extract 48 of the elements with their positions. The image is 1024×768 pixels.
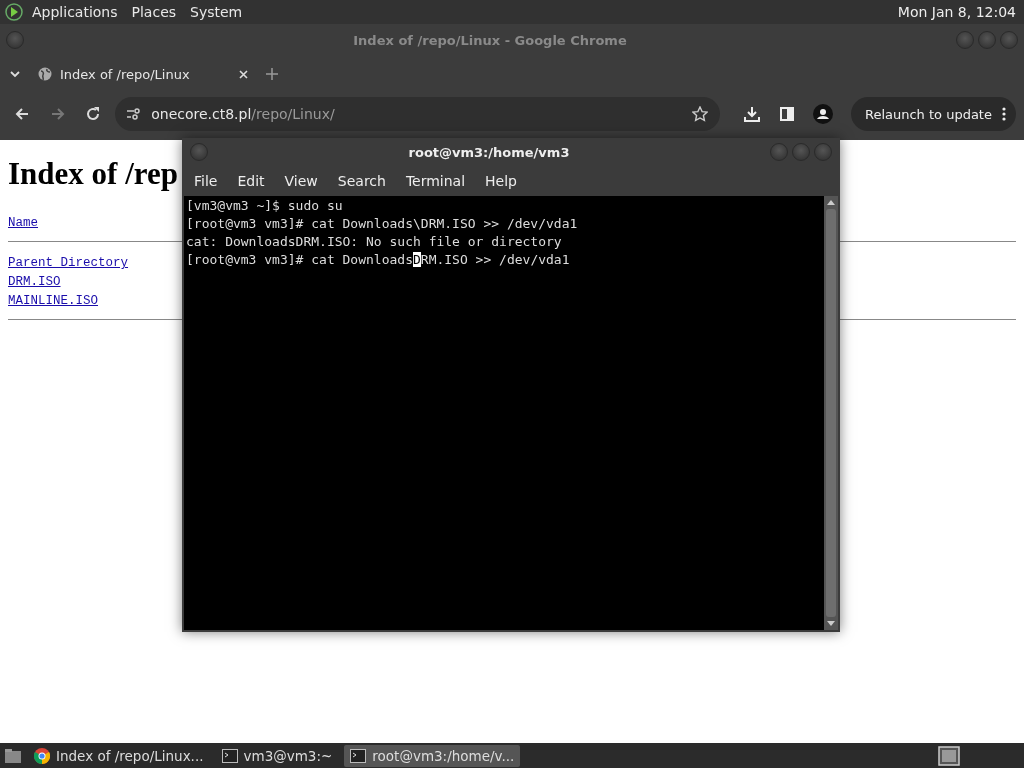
relaunch-button[interactable]: Relaunch to update	[850, 97, 1016, 131]
menu-item[interactable]: Terminal	[395, 173, 476, 189]
file-link[interactable]: DRM.ISO	[8, 274, 61, 290]
terminal-line: [root@vm3 vm3]# cat DownloadsDRM.ISO >> /dev/vda1	[186, 251, 571, 269]
window-title: Index of /repo/Linux - Google Chrome	[352, 32, 628, 48]
page-heading: Index of /rep	[8, 156, 178, 191]
menu-item[interactable]: View	[274, 173, 328, 189]
side-panel-icon[interactable]	[780, 107, 795, 121]
terminal-line: cat: DownloadsDRM.ISO: No such file or directory	[186, 233, 563, 251]
scroll-up-arrow-icon[interactable]	[827, 199, 835, 205]
menu-item[interactable]: Help	[475, 173, 527, 189]
clock[interactable]: Mon Jan 8, 12:04	[893, 4, 1020, 20]
workspace-icon[interactable]	[938, 745, 960, 766]
back-icon[interactable]	[13, 106, 30, 122]
chevron-down-icon[interactable]	[10, 70, 20, 78]
globe-icon	[38, 67, 52, 81]
menu-logo-icon[interactable]	[4, 2, 24, 22]
column-header-link[interactable]: Name	[8, 215, 38, 231]
file-link[interactable]: Parent Directory	[8, 255, 129, 271]
taskbar-item[interactable]: root@vm3:/home/v...	[344, 744, 521, 767]
panel-menu[interactable]: System	[184, 4, 249, 20]
profile-icon[interactable]	[813, 104, 834, 124]
star-icon[interactable]	[691, 106, 708, 122]
file-link[interactable]: MAINLINE.ISO	[8, 293, 98, 309]
scroll-down-arrow-icon[interactable]	[827, 621, 835, 627]
panel-menu[interactable]: Applications	[26, 4, 124, 20]
menu-item[interactable]: Edit	[227, 173, 275, 189]
terminal-line: [root@vm3 vm3]# cat Downloads\DRM.ISO >> /dev/vda1	[186, 215, 579, 233]
menu-item[interactable]: Search	[327, 173, 396, 189]
taskbar-item[interactable]: Index of /repo/Linux...	[28, 744, 210, 767]
tune-icon[interactable]	[127, 108, 142, 120]
terminal-icon	[350, 748, 367, 763]
panel-menu[interactable]: Places	[125, 4, 183, 20]
taskbar-item[interactable]: vm3@vm3:~	[215, 744, 339, 767]
terminal-icon	[221, 748, 238, 763]
plus-icon[interactable]	[266, 68, 278, 80]
browser-tab[interactable]: Index of /repo/Linux	[30, 60, 256, 88]
close-icon[interactable]	[239, 69, 248, 79]
window-title: root@vm3:/home/vm3	[407, 144, 571, 160]
more-icon[interactable]	[1001, 107, 1006, 121]
chrome-icon	[34, 747, 50, 764]
scrollbar[interactable]	[824, 196, 838, 630]
reload-icon[interactable]	[85, 106, 102, 122]
terminal-screen[interactable]: [vm3@vm3 ~]$ sudo su [root@vm3 vm3]# cat Downloads\DRM.ISO >> /dev/vda1 cat: DownloadsDRM.ISO: No such file or directory [root@vm3 vm3]# cat DownloadsDRM.ISO >> /dev/vda1	[184, 196, 824, 630]
menu-item[interactable]: File	[184, 173, 228, 189]
address-bar[interactable]: onecore.ct8.pl/repo/Linux/	[115, 97, 720, 131]
download-icon[interactable]	[743, 106, 760, 122]
terminal-line: [vm3@vm3 ~]$ sudo su	[186, 197, 344, 215]
